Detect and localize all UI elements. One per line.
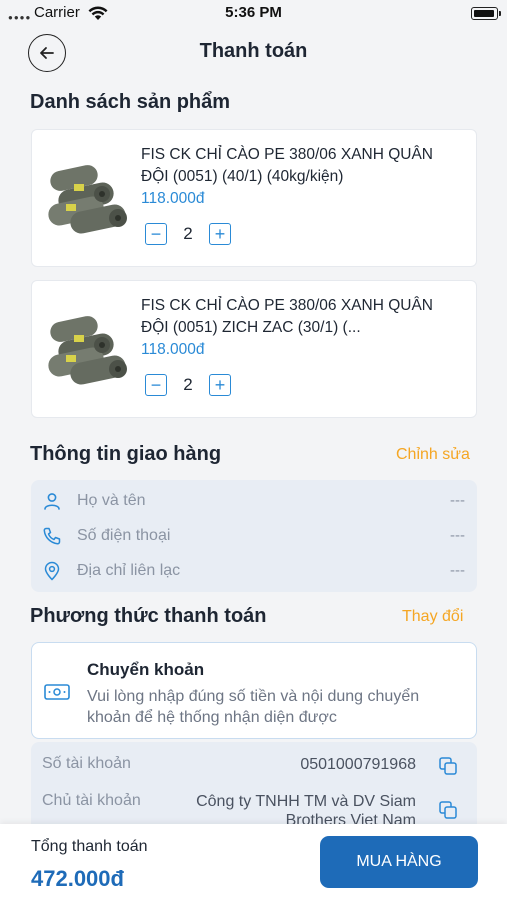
delivery-section-title: Thông tin giao hàng — [30, 443, 222, 465]
page-title: Thanh toán — [199, 40, 308, 62]
location-pin-icon — [44, 561, 60, 581]
edit-delivery-link[interactable]: Chỉnh sửa — [396, 446, 470, 464]
increase-quantity-button[interactable]: + — [209, 374, 231, 396]
delivery-row-name[interactable]: Họ và tên --- — [31, 486, 477, 516]
products-section-title: Danh sách sản phẩm — [30, 91, 231, 113]
total-value: 472.000đ — [31, 866, 124, 891]
payment-method-description: Vui lòng nhập đúng số tiền và nội dung c… — [87, 688, 420, 726]
quantity-value: 2 — [183, 375, 193, 394]
account-number-label: Số tài khoản — [42, 755, 131, 772]
product-price: 118.000đ — [141, 341, 205, 358]
product-thumbnail — [48, 316, 127, 385]
field-value: --- — [450, 527, 465, 544]
account-holder-label: Chủ tài khoản — [42, 792, 141, 809]
field-label: Địa chỉ liên lạc — [77, 562, 181, 579]
field-value: --- — [450, 562, 465, 579]
payment-method-card[interactable]: Chuyển khoản Vui lòng nhập đúng số tiền … — [31, 642, 477, 739]
product-name: FIS CK CHỈ CÀO PE 380/06 XANH QUÂN ĐỘI (… — [141, 146, 434, 185]
user-icon — [44, 493, 60, 510]
copy-icon[interactable] — [438, 800, 458, 820]
product-name: FIS CK CHỈ CÀO PE 380/06 XANH QUÂN ĐỘI (… — [141, 297, 434, 336]
status-bar: ●●●● Carrier 5:36 PM — [0, 0, 507, 28]
delivery-row-address[interactable]: Địa chỉ liên lạc --- — [31, 556, 477, 586]
delivery-row-phone[interactable]: Số điện thoại --- — [31, 521, 477, 551]
copy-icon[interactable] — [438, 756, 458, 776]
field-label: Số điện thoại — [77, 527, 171, 544]
increase-quantity-button[interactable]: + — [209, 223, 231, 245]
product-card[interactable]: FIS CK CHỈ CÀO PE 380/06 XANH QUÂN ĐỘI (… — [31, 129, 477, 267]
product-card[interactable]: FIS CK CHỈ CÀO PE 380/06 XANH QUÂN ĐỘI (… — [31, 280, 477, 418]
battery-icon — [471, 7, 501, 20]
clock: 5:36 PM — [225, 4, 282, 21]
checkout-bar: Tổng thanh toán 472.000đ MUA HÀNG — [0, 824, 507, 900]
decrease-quantity-button[interactable]: − — [145, 374, 167, 396]
field-label: Họ và tên — [77, 492, 146, 509]
payment-method-name: Chuyển khoản — [87, 660, 205, 679]
delivery-info-box: Họ và tên --- Số điện thoại --- Địa chỉ … — [31, 480, 477, 592]
buy-button[interactable]: MUA HÀNG — [320, 836, 478, 888]
payment-section-title: Phương thức thanh toán — [30, 605, 267, 627]
decrease-quantity-button[interactable]: − — [145, 223, 167, 245]
product-thumbnail — [48, 165, 127, 234]
product-price: 118.000đ — [141, 190, 205, 207]
total-label: Tổng thanh toán — [31, 838, 148, 855]
account-number-value: 0501000791968 — [300, 756, 416, 773]
change-payment-link[interactable]: Thay đổi — [402, 608, 463, 626]
field-value: --- — [450, 492, 465, 509]
quantity-value: 2 — [183, 224, 193, 243]
banknote-icon — [44, 684, 70, 700]
phone-icon — [43, 527, 61, 545]
